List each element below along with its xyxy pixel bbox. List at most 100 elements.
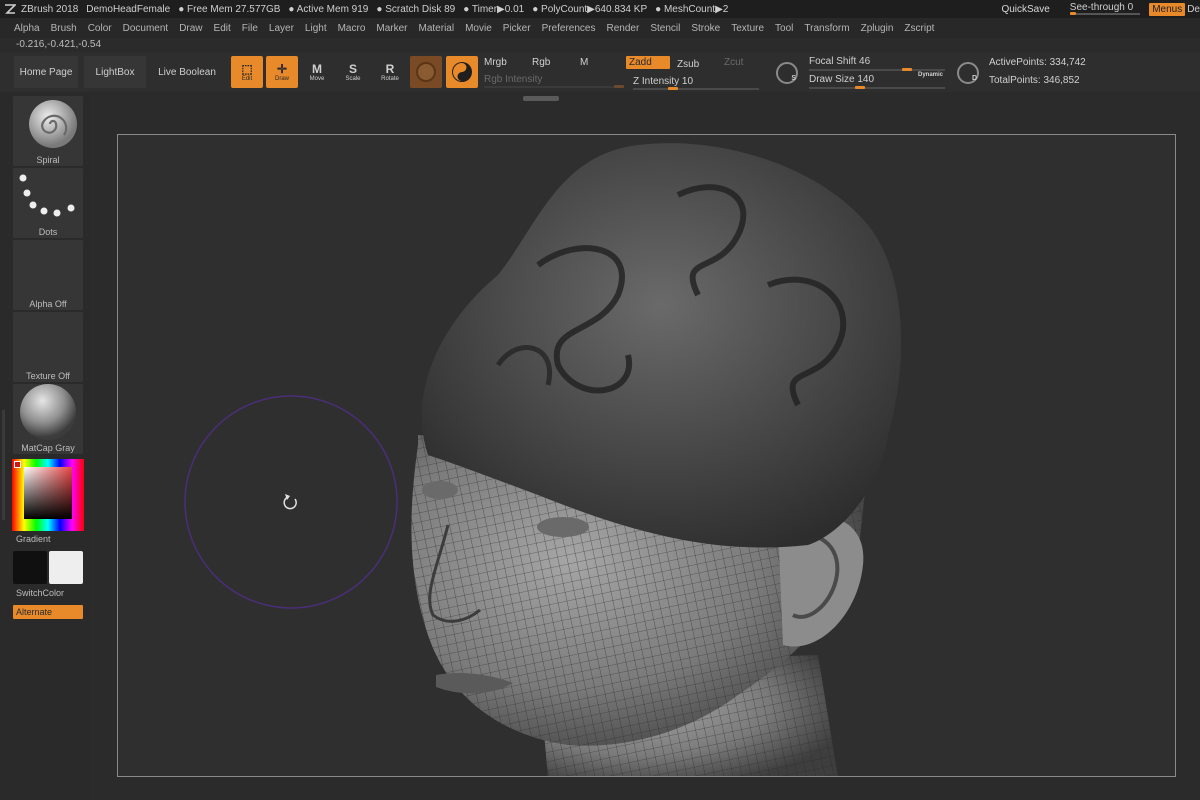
scratch-disk: ● Scratch Disk 89: [376, 3, 456, 15]
active-points: ActivePoints: 334,742: [989, 57, 1086, 68]
zbrush-logo-icon: [3, 2, 17, 16]
menu-stroke[interactable]: Stroke: [691, 23, 720, 34]
default-script-button[interactable]: De: [1187, 4, 1200, 15]
texture-button[interactable]: Texture Off: [13, 312, 83, 382]
home-page-button[interactable]: Home Page: [14, 56, 78, 88]
see-through-slider[interactable]: See-through 0: [1069, 2, 1140, 16]
alternate-button[interactable]: Alternate: [13, 605, 83, 619]
yin-yang-icon: [452, 62, 472, 82]
focal-shift-handle[interactable]: [902, 68, 912, 71]
menu-tool[interactable]: Tool: [775, 23, 793, 34]
move-label: Move: [309, 75, 325, 82]
project-name: DemoHeadFemale: [86, 3, 171, 15]
zcut-button[interactable]: Zcut: [724, 57, 743, 68]
menu-zplugin[interactable]: Zplugin: [861, 23, 894, 34]
move-icon: M: [312, 61, 322, 76]
menu-bar: Alpha Brush Color Document Draw Edit Fil…: [0, 18, 1200, 38]
menus-button[interactable]: Menus: [1149, 2, 1186, 16]
dots-stroke-icon: [19, 174, 75, 217]
see-through-handle[interactable]: [1069, 12, 1076, 15]
m-button[interactable]: M: [580, 57, 588, 68]
menu-brush[interactable]: Brush: [51, 23, 77, 34]
edit-label: Edit: [241, 75, 253, 82]
material-button[interactable]: [410, 56, 442, 88]
color-saturation-field[interactable]: [24, 467, 72, 519]
menu-edit[interactable]: Edit: [214, 23, 231, 34]
menu-zscript[interactable]: Zscript: [904, 23, 934, 34]
main-color-swatch[interactable]: [13, 551, 47, 584]
brush-cursor: [184, 395, 398, 609]
draw-size-label[interactable]: Draw Size 140: [809, 74, 874, 85]
zadd-button[interactable]: Zadd: [626, 56, 670, 69]
gradient-toggle[interactable]: Gradient: [16, 534, 51, 544]
texture-label: Texture Off: [26, 371, 70, 381]
menu-picker[interactable]: Picker: [503, 23, 531, 34]
draw-polyframe-icon[interactable]: D: [957, 62, 979, 84]
menu-preferences[interactable]: Preferences: [542, 23, 596, 34]
edit-mode-button[interactable]: ⬚ Edit: [231, 56, 263, 88]
scale-mode-button[interactable]: S Scale: [337, 56, 369, 88]
zsub-button[interactable]: Zsub: [677, 59, 699, 70]
color-picker[interactable]: [12, 459, 84, 531]
menu-texture[interactable]: Texture: [731, 23, 764, 34]
title-bar: ZBrush 2018 DemoHeadFemale ● Free Mem 27…: [0, 0, 1200, 18]
rotate-mode-button[interactable]: R Rotate: [374, 56, 406, 88]
z-intensity-track[interactable]: [633, 88, 759, 90]
see-through-label: See-through 0: [1069, 2, 1134, 13]
z-intensity-label[interactable]: Z Intensity 10: [633, 76, 693, 87]
z-intensity-handle[interactable]: [668, 87, 678, 90]
menu-layer[interactable]: Layer: [269, 23, 294, 34]
quicksave-button[interactable]: QuickSave: [1001, 4, 1049, 15]
edit-icon: ⬚: [241, 61, 253, 76]
rgb-button[interactable]: Rgb: [532, 57, 550, 68]
see-through-track: [1069, 13, 1140, 15]
rgb-intensity-handle[interactable]: [614, 85, 624, 88]
color-picker-marker[interactable]: [14, 461, 21, 468]
lazy-mouse-icon[interactable]: S: [776, 62, 798, 84]
menu-render[interactable]: Render: [607, 23, 640, 34]
menu-transform[interactable]: Transform: [804, 23, 849, 34]
menu-marker[interactable]: Marker: [376, 23, 407, 34]
menu-stencil[interactable]: Stencil: [650, 23, 680, 34]
material-tray-button[interactable]: MatCap Gray: [13, 384, 83, 454]
scale-label: Scale: [345, 75, 361, 82]
draw-icon: ✛: [276, 61, 288, 76]
menu-movie[interactable]: Movie: [465, 23, 492, 34]
menu-draw[interactable]: Draw: [179, 23, 202, 34]
switch-color-button[interactable]: SwitchColor: [16, 588, 64, 598]
stroke-button[interactable]: Dots: [13, 168, 83, 238]
rgb-intensity-label[interactable]: Rgb Intensity: [484, 74, 542, 85]
draw-mode-button[interactable]: ✛ Draw: [266, 56, 298, 88]
material-sphere-icon: [416, 62, 436, 82]
dynamic-toggle[interactable]: Dynamic: [918, 72, 943, 78]
shelf-scroll-handle[interactable]: [523, 96, 559, 101]
lightbox-button[interactable]: LightBox: [84, 56, 146, 88]
alpha-button[interactable]: Alpha Off: [13, 240, 83, 310]
menu-light[interactable]: Light: [305, 23, 327, 34]
meshcount: ● MeshCount▶2: [655, 3, 729, 15]
focal-shift-track[interactable]: [809, 69, 945, 71]
mrgb-button[interactable]: Mrgb: [484, 57, 507, 68]
viewport-canvas[interactable]: [117, 134, 1176, 777]
live-boolean-button[interactable]: Live Boolean: [154, 56, 220, 88]
move-mode-button[interactable]: M Move: [301, 56, 333, 88]
tray-resize-handle[interactable]: [2, 410, 5, 520]
menu-document[interactable]: Document: [123, 23, 169, 34]
draw-size-track[interactable]: [809, 87, 945, 89]
secondary-color-swatch[interactable]: [49, 551, 83, 584]
menu-macro[interactable]: Macro: [338, 23, 366, 34]
scale-icon: S: [348, 61, 357, 76]
menu-color[interactable]: Color: [88, 23, 112, 34]
draw-size-handle[interactable]: [855, 86, 865, 89]
brush-label: Spiral: [36, 155, 60, 165]
rgb-intensity-track[interactable]: [484, 86, 624, 88]
menu-alpha[interactable]: Alpha: [14, 23, 40, 34]
polycount: ● PolyCount▶640.834 KP: [532, 3, 648, 15]
free-mem: ● Free Mem 27.577GB: [178, 3, 281, 15]
color-button[interactable]: [446, 56, 478, 88]
rotate-icon: R: [385, 61, 395, 76]
brush-button[interactable]: Spiral: [13, 96, 83, 166]
menu-file[interactable]: File: [242, 23, 258, 34]
focal-shift-label[interactable]: Focal Shift 46: [809, 56, 870, 67]
menu-material[interactable]: Material: [419, 23, 455, 34]
